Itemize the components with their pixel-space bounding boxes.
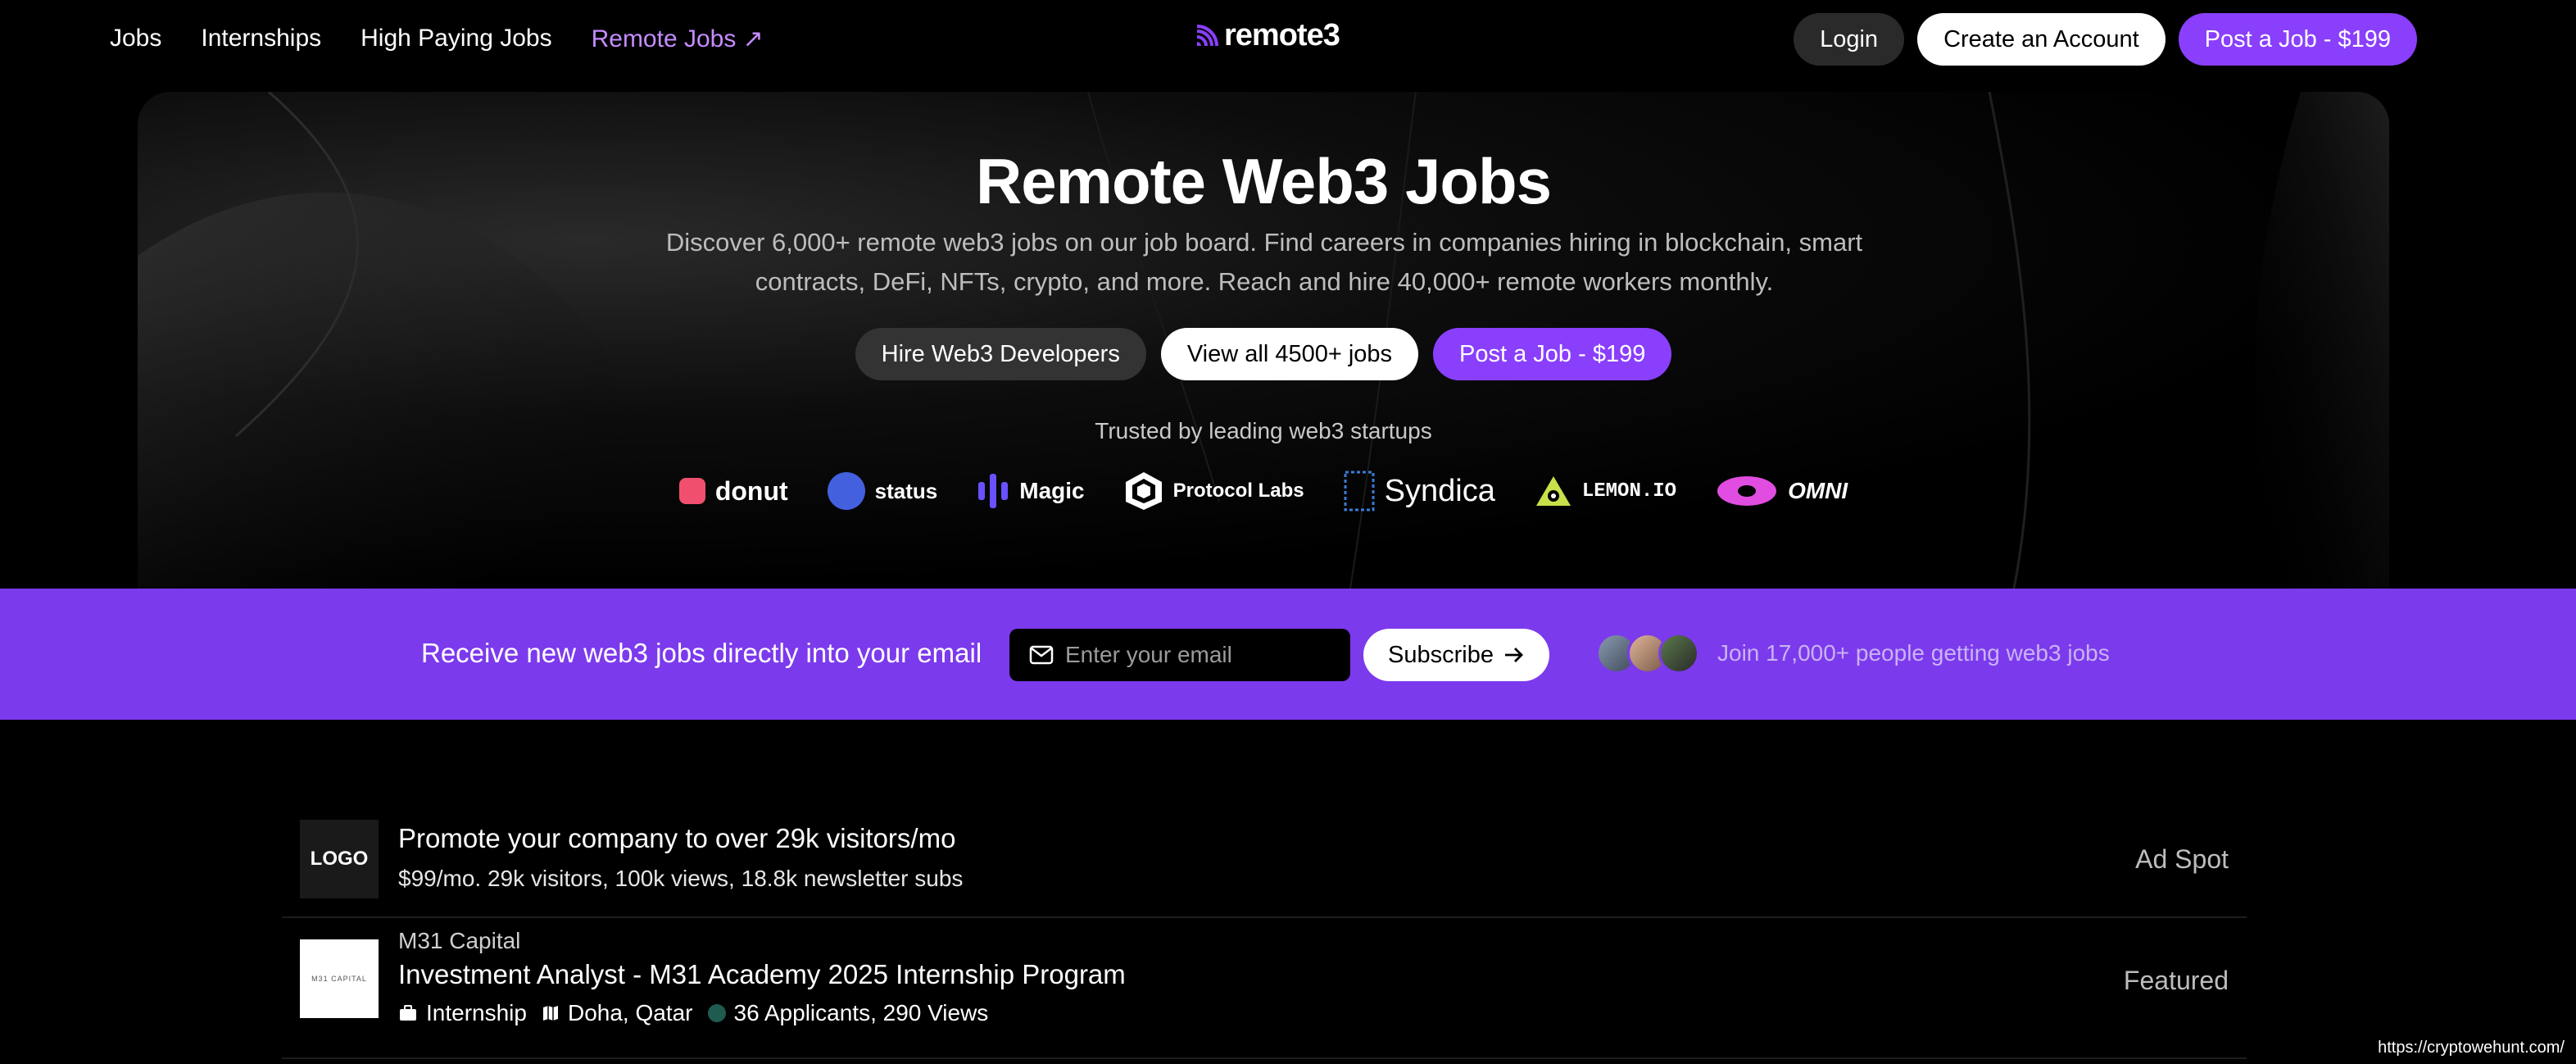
job-meta: Internship Doha, Qatar 36 Applicants, 29… (398, 1000, 988, 1026)
nav-links: Jobs Internships High Paying Jobs Remote… (110, 25, 764, 53)
signal-icon (1196, 24, 1218, 46)
subscribe-button[interactable]: Subscribe (1363, 629, 1549, 681)
mail-icon (1029, 645, 1054, 665)
job-stats: 36 Applicants, 290 Views (707, 1000, 989, 1026)
job-stats-label: 36 Applicants, 290 Views (733, 1000, 989, 1025)
post-job-button[interactable]: Post a Job - $199 (2178, 13, 2417, 66)
brand-syndica-label: Syndica (1384, 473, 1495, 508)
hero-post-job-button[interactable]: Post a Job - $199 (1433, 328, 1672, 380)
subscribe-text: Receive new web3 jobs directly into your… (421, 638, 982, 668)
brand-protocol-labs: Protocol Labs (1124, 471, 1304, 512)
applicant-avatar-icon (707, 1004, 726, 1022)
site-logo[interactable]: remote3 (1195, 18, 1340, 53)
avatar (1658, 633, 1699, 674)
brand-magic-label: Magic (1019, 478, 1085, 503)
job-location: Doha, Qatar (542, 1000, 693, 1026)
brand-magic: Magic (977, 472, 1085, 510)
ad-logo-placeholder: LOGO (300, 820, 379, 898)
brand-donut: donut (678, 475, 788, 507)
hero-buttons: Hire Web3 Developers View all 4500+ jobs… (138, 328, 2389, 380)
job-location-label: Doha, Qatar (567, 1000, 693, 1025)
hire-developers-button[interactable]: Hire Web3 Developers (855, 328, 1146, 380)
top-nav: Jobs Internships High Paying Jobs Remote… (0, 0, 2576, 79)
brand-lemon-io-label: LEMON.IO (1581, 480, 1677, 502)
job-title[interactable]: Investment Analyst - M31 Academy 2025 In… (398, 959, 1126, 990)
brand-status-label: status (874, 478, 938, 503)
hero-title: Remote Web3 Jobs (975, 145, 1552, 217)
logo-text: remote3 (1224, 18, 1340, 52)
nav-link-jobs[interactable]: Jobs (110, 25, 161, 53)
nav-link-remote-jobs[interactable]: Remote Jobs ↗ (592, 25, 764, 53)
brand-protocol-labs-label: Protocol Labs (1172, 480, 1304, 502)
status-url: https://cryptowehunt.com/ (2373, 1035, 2569, 1061)
arrow-right-icon (1504, 648, 1523, 662)
ad-spot-row[interactable]: LOGO Promote your company to over 29k vi… (282, 807, 2247, 918)
omni-icon (1717, 476, 1777, 506)
view-all-jobs-button[interactable]: View all 4500+ jobs (1160, 328, 1419, 380)
hero-description: Discover 6,000+ remote web3 jobs on our … (665, 228, 1863, 296)
brand-omni: OMNI (1716, 475, 1848, 507)
job-row[interactable]: M31 CAPITAL M31 Capital Investment Analy… (282, 918, 2247, 1059)
job-type-label: Internship (426, 1000, 527, 1025)
ad-subtitle: $99/mo. 29k visitors, 100k views, 18.8k … (398, 866, 964, 891)
company-logo: M31 CAPITAL (300, 939, 379, 1018)
subscribe-banner: Receive new web3 jobs directly into your… (0, 589, 2576, 720)
hero-section: Remote Web3 Jobs Discover 6,000+ remote … (138, 92, 2389, 589)
donut-icon (678, 478, 705, 504)
nav-link-high-paying-jobs[interactable]: High Paying Jobs (361, 25, 551, 53)
trusted-by-text: Trusted by leading web3 startups (1095, 418, 1432, 443)
brand-logos: donut status Magic Protocol Labs Syndica… (138, 471, 2389, 512)
company-name: M31 Capital (398, 928, 521, 953)
create-account-button[interactable]: Create an Account (1917, 13, 2166, 66)
job-type: Internship (398, 1000, 527, 1026)
email-field[interactable] (1009, 629, 1350, 681)
nav-actions: Login Create an Account Post a Job - $19… (1794, 13, 2417, 66)
join-text: Join 17,000+ people getting web3 jobs (1717, 640, 2110, 666)
ad-spot-badge: Ad Spot (2135, 844, 2229, 874)
featured-badge: Featured (2123, 966, 2229, 995)
subscriber-avatars (1596, 633, 1699, 674)
lemon-io-icon (1535, 476, 1571, 506)
syndica-icon (1344, 471, 1375, 512)
protocol-labs-icon (1125, 472, 1162, 510)
magic-icon (978, 474, 1009, 508)
brand-syndica: Syndica (1344, 471, 1495, 512)
company-logo-text: M31 CAPITAL (311, 975, 367, 983)
map-icon (542, 1006, 558, 1021)
brand-lemon-io: LEMON.IO (1535, 475, 1676, 507)
status-icon (827, 472, 865, 510)
brand-status: status (827, 472, 938, 510)
nav-link-internships[interactable]: Internships (201, 25, 321, 53)
email-input[interactable] (1065, 642, 1344, 668)
ad-title: Promote your company to over 29k visitor… (398, 823, 956, 853)
briefcase-icon (400, 1005, 416, 1021)
login-button[interactable]: Login (1794, 13, 1905, 66)
brand-donut-label: donut (714, 475, 788, 506)
subscribe-button-label: Subscribe (1388, 641, 1494, 668)
brand-omni-label: OMNI (1788, 478, 1848, 503)
job-list: LOGO Promote your company to over 29k vi… (282, 807, 2247, 1059)
